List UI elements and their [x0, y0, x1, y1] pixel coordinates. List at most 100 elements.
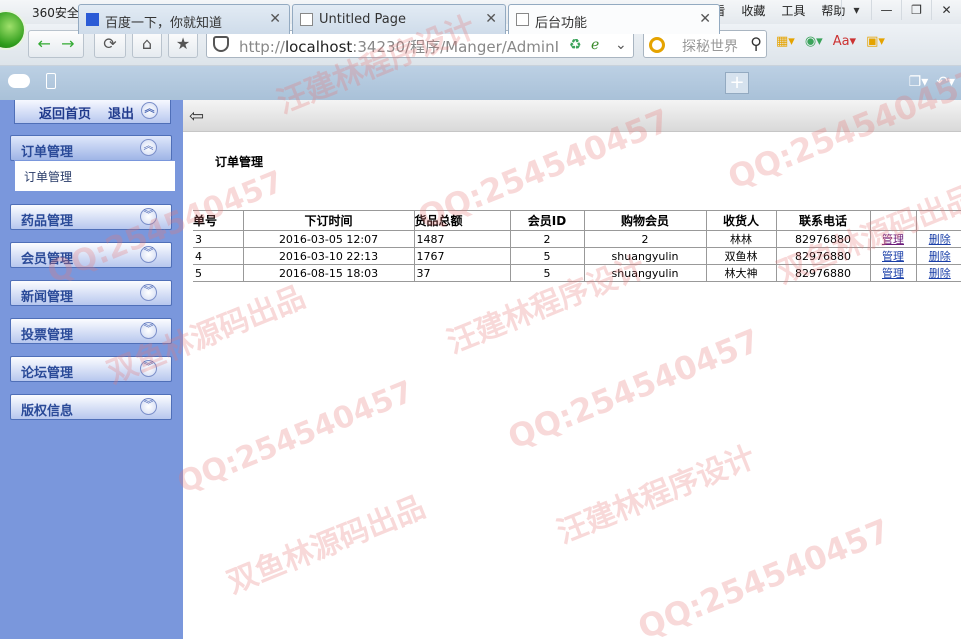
chevron-up-icon: ︽ — [140, 139, 157, 156]
cell-total: 1487 — [413, 230, 510, 248]
tab-baidu[interactable]: 百度一下，你就知道 ✕ — [78, 4, 290, 34]
skin-button[interactable]: ▾ — [841, 0, 871, 20]
cell-receiver: 双鱼林 — [705, 247, 776, 265]
menu-tools[interactable]: 工具 — [773, 3, 813, 19]
refresh-button[interactable]: ⟳ — [94, 30, 126, 58]
page-icon — [516, 13, 529, 26]
back-arrow-icon[interactable]: ⇦ — [189, 106, 204, 127]
cell-order-time: 2016-03-10 22:13 — [242, 247, 414, 265]
tab-label: 后台功能 — [535, 16, 588, 31]
apps-icon[interactable]: ▦▾ — [776, 34, 795, 49]
tab-label: 百度一下，你就知道 — [105, 16, 223, 31]
sidebar-item-order-management[interactable]: 订单管理 — [24, 168, 72, 185]
sidebar-panel-news[interactable]: 新闻管理 ︾ — [10, 280, 172, 306]
sidebar-submenu-orders: 订单管理 — [14, 160, 176, 192]
column-header: 联系电话 — [775, 210, 870, 231]
page-icon — [300, 13, 313, 26]
sidebar-panel-votes[interactable]: 投票管理 ︾ — [10, 318, 172, 344]
tab-bar-tools: ❐▾ ↶▾ — [909, 74, 955, 90]
compat-icon[interactable]: ♻ — [569, 37, 582, 53]
manage-link[interactable]: 管理 — [882, 233, 904, 246]
translate-icon[interactable]: Aa▾ — [833, 34, 856, 49]
sidebar-panel-forum[interactable]: 论坛管理 ︾ — [10, 356, 172, 382]
wallet-icon[interactable]: ◉▾ — [805, 34, 823, 49]
forward-arrow-icon[interactable]: → — [61, 34, 74, 53]
phone-icon[interactable] — [46, 73, 56, 89]
new-tab-button[interactable]: + — [725, 72, 749, 94]
close-icon[interactable]: ✕ — [699, 11, 711, 27]
chevron-up-icon[interactable]: ︽ — [141, 102, 158, 119]
sidebar-panel-medicine[interactable]: 药品管理 ︾ — [10, 204, 172, 230]
delete-link[interactable]: 删除 — [929, 267, 951, 280]
tab-untitled-page[interactable]: Untitled Page ✕ — [292, 4, 506, 34]
sidebar-panel-copyright[interactable]: 版权信息 ︾ — [10, 394, 172, 420]
cell-order-id: 4 — [193, 247, 243, 265]
home-link[interactable]: 返回首页 — [39, 103, 91, 122]
chevron-down-icon: ︾ — [140, 208, 157, 225]
manage-link[interactable]: 管理 — [882, 267, 904, 280]
favorite-button[interactable]: ★ — [168, 30, 198, 58]
cell-member-id: 5 — [509, 264, 584, 282]
cell-order-time: 2016-08-15 18:03 — [242, 264, 414, 282]
column-header: 会员ID — [509, 210, 584, 231]
delete-link[interactable]: 删除 — [929, 233, 951, 246]
home-icon: ⌂ — [141, 34, 153, 53]
cell-phone: 82976880 — [775, 230, 870, 248]
search-engine-icon[interactable] — [649, 37, 665, 53]
close-icon[interactable]: ✕ — [269, 11, 281, 27]
cell-member: shuangyulin — [583, 264, 706, 282]
address-url[interactable]: http://localhost:34230/程序/Manger/AdminI — [239, 36, 569, 57]
cell-member-id: 5 — [509, 247, 584, 265]
column-header — [869, 210, 916, 231]
maximize-button[interactable]: ❐ — [901, 0, 931, 20]
home-button[interactable]: ⌂ — [132, 30, 162, 58]
address-bar[interactable]: http://localhost:34230/程序/Manger/AdminI … — [206, 30, 634, 58]
cell-member: shuangyulin — [583, 247, 706, 265]
menu-favorites[interactable]: 收藏 — [733, 3, 773, 19]
panel-label: 订单管理 — [21, 145, 74, 160]
manage-link[interactable]: 管理 — [882, 250, 904, 263]
shield-icon — [213, 36, 229, 52]
tab-bar — [0, 66, 961, 100]
cloud-icon[interactable] — [8, 74, 30, 88]
column-header — [915, 210, 961, 231]
close-window-button[interactable]: ✕ — [931, 0, 961, 20]
cell-order-time: 2016-03-05 12:07 — [242, 230, 414, 248]
paw-icon — [86, 13, 99, 26]
main-content: ⇦ 订单管理 单号 下订时间 货品总额 会员ID 购物会员 收货人 联系电话 3… — [183, 100, 961, 639]
table-row: 4 2016-03-10 22:13 1767 5 shuangyulin 双鱼… — [193, 247, 961, 265]
undo-close-icon[interactable]: ↶▾ — [936, 74, 955, 90]
cell-total: 37 — [413, 264, 510, 282]
table-header-row: 单号 下订时间 货品总额 会员ID 购物会员 收货人 联系电话 — [193, 210, 961, 231]
tab-admin[interactable]: 后台功能 ✕ — [508, 4, 720, 34]
back-arrow-icon[interactable]: ← — [38, 34, 51, 53]
sidebar-panel-members[interactable]: 会员管理 ︾ — [10, 242, 172, 268]
chevron-down-icon: ︾ — [140, 246, 157, 263]
close-icon[interactable]: ✕ — [485, 11, 497, 27]
cell-receiver: 林林 — [705, 230, 776, 248]
search-input[interactable]: 探秘世界 — [682, 36, 738, 56]
sidebar-panel-orders[interactable]: 订单管理 ︽ — [10, 135, 172, 161]
window-controls: ▾ — ❐ ✕ — [841, 0, 961, 20]
content-header-bar: ⇦ — [183, 100, 961, 132]
search-icon[interactable]: ⚲ — [750, 34, 762, 53]
minimize-button[interactable]: — — [871, 0, 901, 20]
back-forward-buttons: ← → — [28, 30, 84, 58]
cell-member: 2 — [583, 230, 706, 248]
restore-tabs-icon[interactable]: ❐▾ — [909, 74, 929, 90]
orders-table: 单号 下订时间 货品总额 会员ID 购物会员 收货人 联系电话 3 2016-0… — [193, 210, 961, 282]
column-header: 下订时间 — [242, 210, 414, 231]
cell-phone: 82976880 — [775, 264, 870, 282]
cell-phone: 82976880 — [775, 247, 870, 265]
panel-label: 药品管理 — [21, 214, 74, 229]
logout-link[interactable]: 退出 — [108, 103, 134, 122]
star-icon: ★ — [175, 34, 191, 53]
panel-label: 投票管理 — [21, 328, 74, 343]
column-header: 单号 — [193, 210, 243, 231]
ie-engine-icon[interactable]: ℯ — [591, 37, 599, 53]
delete-link[interactable]: 删除 — [929, 250, 951, 263]
cell-order-id: 3 — [193, 230, 243, 248]
search-box[interactable]: 探秘世界 ⚲ — [643, 30, 767, 58]
chevron-down-icon[interactable]: ⌄ — [615, 37, 627, 53]
screenshot-icon[interactable]: ▣▾ — [866, 34, 885, 49]
